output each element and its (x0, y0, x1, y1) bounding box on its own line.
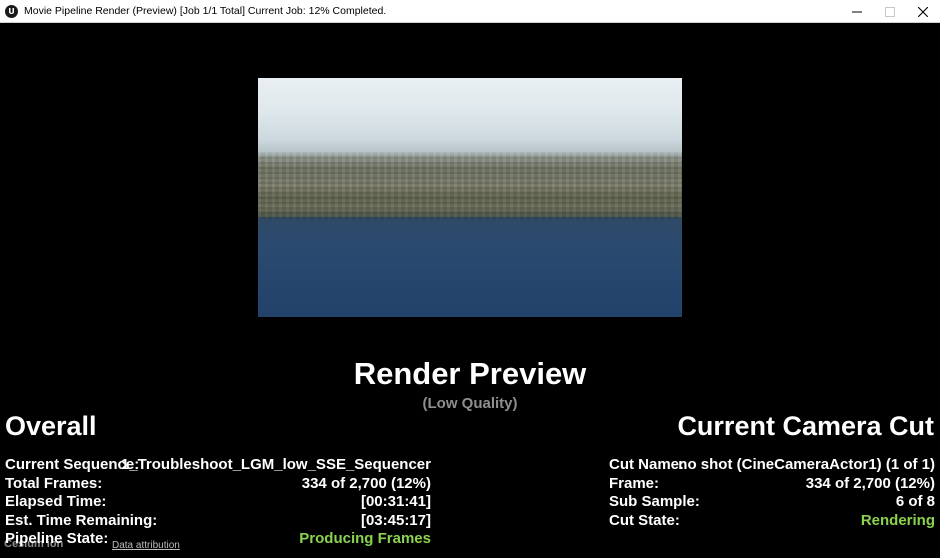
sub-sample-value: 6 of 8 (895, 493, 935, 510)
total-frames-value: 334 of 2,700 (12%) (301, 474, 431, 492)
unreal-engine-icon: U (5, 5, 18, 18)
elapsed-time-label: Elapsed Time: (5, 493, 107, 510)
terrain-texture (258, 152, 682, 219)
cesium-ion-logo: Cesium ion (4, 538, 64, 550)
close-icon (918, 6, 928, 17)
sub-sample-label: Sub Sample: (609, 493, 700, 510)
window-title: Movie Pipeline Render (Preview) [Job 1/1… (24, 5, 387, 17)
time-remaining-value: [03:45:17] (360, 511, 431, 529)
pipeline-state-row: Pipeline State: Producing Frames (5, 530, 431, 549)
render-preview-title: Render Preview (353, 356, 587, 391)
cut-name-row: Cut Name: no shot (CineCameraActor1) (1 … (609, 456, 935, 475)
total-frames-label: Total Frames: (5, 474, 103, 492)
maximize-icon (885, 6, 895, 17)
frame-label: Frame: (609, 474, 660, 492)
cut-state-value: Rendering (860, 511, 935, 529)
elapsed-time-value: [00:31:41] (360, 493, 431, 510)
title-bar: U Movie Pipeline Render (Preview) [Job 1… (0, 0, 940, 23)
cut-state-label: Cut State: (609, 511, 680, 529)
maximize-button[interactable] (873, 0, 907, 23)
close-button[interactable] (906, 0, 940, 23)
pipeline-state-value: Producing Frames (299, 530, 431, 547)
frame-value: 334 of 2,700 (12%) (805, 474, 935, 492)
total-frames-row: Total Frames: 334 of 2,700 (12%) (5, 475, 431, 494)
frame-row: Frame: 334 of 2,700 (12%) (609, 475, 935, 494)
time-remaining-label: Est. Time Remaining: (5, 511, 158, 529)
time-remaining-row: Est. Time Remaining: [03:45:17] (5, 512, 431, 531)
current-sequence-row: Current Sequence: 1_Troubleshoot_LGM_low… (5, 456, 431, 475)
current-sequence-value: 1_Troubleshoot_LGM_low_SSE_Sequencer (120, 456, 431, 473)
current-sequence-label: Current Sequence: (5, 456, 140, 473)
elapsed-time-row: Elapsed Time: [00:31:41] (5, 493, 431, 512)
data-attribution-link[interactable]: Data attribution (112, 540, 180, 551)
cut-name-label: Cut Name: (609, 456, 685, 473)
overall-title: Overall (5, 411, 97, 441)
camera-cut-title: Current Camera Cut (677, 411, 934, 441)
sub-sample-row: Sub Sample: 6 of 8 (609, 493, 935, 512)
minimize-icon (852, 11, 862, 12)
render-preview-image (258, 78, 682, 317)
render-preview-subtitle: (Low Quality) (422, 395, 518, 412)
cut-name-value: no shot (CineCameraActor1) (1 of 1) (678, 456, 935, 473)
camera-cut-stats: Cut Name: no shot (CineCameraActor1) (1 … (609, 456, 935, 530)
minimize-button[interactable] (840, 0, 874, 23)
cut-state-row: Cut State: Rendering (609, 512, 935, 531)
overall-stats: Current Sequence: 1_Troubleshoot_LGM_low… (5, 456, 431, 549)
